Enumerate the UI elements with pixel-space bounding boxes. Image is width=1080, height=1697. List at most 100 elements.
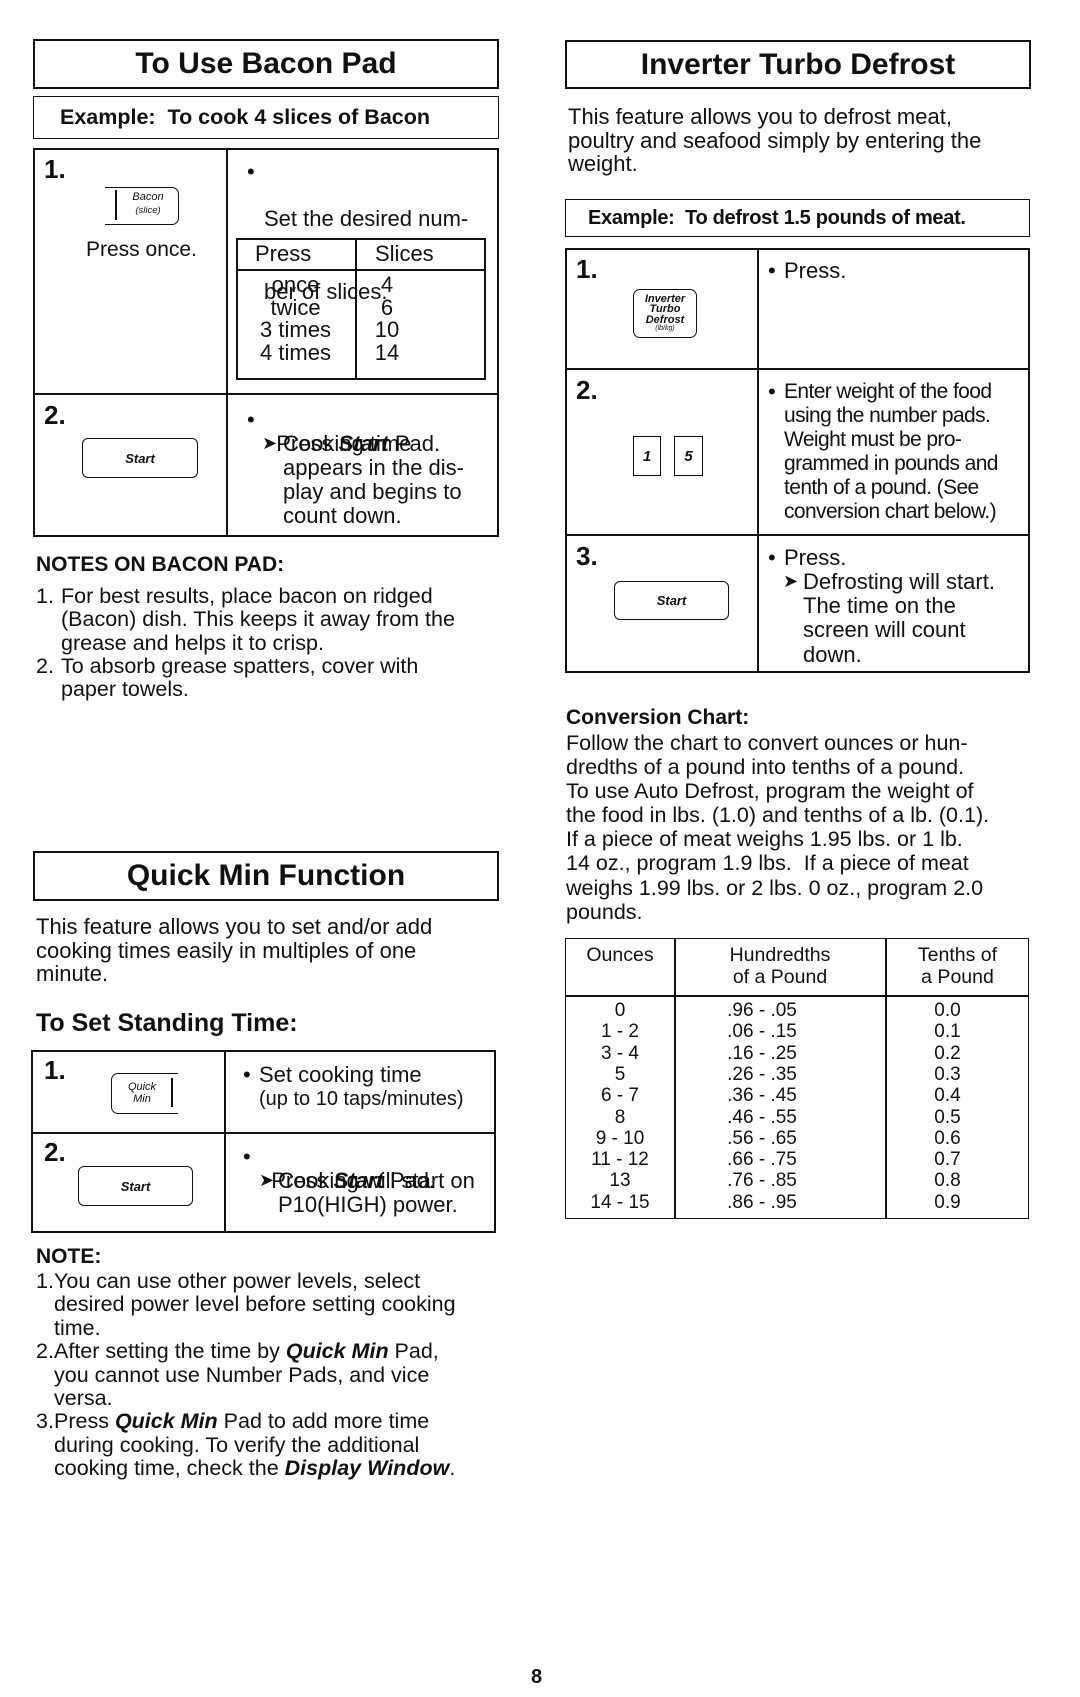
bacon-step-1-instruction-line-1: Set the desired num- [264,206,469,231]
inverter-turbo-defrost-pad-icon[interactable]: Inverter Turbo Defrost (lb/kg) [633,289,697,338]
quick-min-step-1-instruction-line-1: Set cooking time [259,1062,422,1087]
page-number: 8 [531,1666,543,1688]
bacon-step-2-bullet: • [247,407,255,432]
conversion-table-cell-hundredths: .66 - .75 [727,1149,797,1171]
bacon-presses-header-press: Press [255,241,312,266]
standing-time-heading: To Set Standing Time: [36,1009,298,1037]
quick-min-note-text: Pad, [388,1339,439,1364]
quick-min-note-text: Press [54,1409,115,1434]
bacon-notes-heading: NOTES ON BACON PAD: [36,553,285,576]
quick-min-note-line: during cooking. To verify the additional [54,1433,419,1458]
quick-min-intro-line: cooking times easily in multiples of one [36,937,417,963]
defrost-step-3-result-line: The time on the [803,593,956,619]
conversion-table-header: Tenths of a Pound [886,944,1029,988]
defrost-step-2-bullet: • [768,379,776,404]
conversion-chart-description-line: To use Auto Defrost, program the weight … [566,779,974,804]
conversion-table-cell-hundredths: .86 - .95 [727,1191,797,1213]
conversion-table-cell-tenths: 0.3 [934,1063,961,1085]
defrost-step-1-instruction: Press. [784,258,847,283]
quick-min-step-2-arrow: ➤ [259,1170,275,1190]
quick-min-note-line: time. [54,1315,101,1341]
bacon-presses-header-slices: Slices [375,241,434,266]
conversion-table-cell-tenths: 0.5 [934,1106,961,1128]
quick-min-note-text: time. [54,1315,101,1340]
bacon-step-2-result-line: play and begins to [283,479,462,504]
quick-min-step-2-result-line: P10(HIGH) power. [278,1191,458,1217]
quick-min-note-emphasis: Quick Min [114,1409,218,1434]
conversion-table-cell-hundredths: .26 - .35 [727,1063,797,1085]
conversion-chart-description: Follow the chart to convert ounces or hu… [566,731,989,924]
quick-min-step-1-instruction-line-2: (up to 10 taps/minutes) [259,1088,464,1110]
quick-min-pad-icon[interactable]: Quick Min [111,1073,179,1114]
quick-min-intro-line: This feature allows you to set and/or ad… [36,914,433,939]
conversion-table-cell-hundredths: .56 - .65 [727,1127,797,1149]
quick-min-start-pad-icon[interactable]: Start [78,1166,193,1206]
defrost-step-3-arrow: ➤ [783,571,799,591]
defrost-step-1-bullet: • [768,258,776,283]
bacon-example-text: Example: To cook 4 slices of Bacon [60,105,430,129]
conversion-table-cell-hundredths: .46 - .55 [727,1106,797,1128]
conversion-table-cell-hundredths: .76 - .85 [727,1170,797,1192]
bacon-step-2-number: 2. [44,400,66,430]
quick-min-note-text: you cannot use Number Pads, and vice [54,1362,430,1387]
defrost-step-3-instruction: Press. [784,545,847,570]
bacon-section-title: To Use Bacon Pad [33,39,499,89]
bacon-pad-icon-left-line [115,190,117,220]
defrost-pad-label-line-4: (lb/kg) [655,325,675,333]
conversion-table-cell-hundredths: .96 - .05 [727,1000,797,1021]
bacon-step-2-result-line: Cooking time [283,431,412,456]
defrost-pad-label-line-3: Defrost [645,313,685,326]
defrost-intro-line: poultry and seafood simply by entering t… [568,127,982,153]
quick-min-note-number: 3. [36,1409,54,1434]
defrost-intro: This feature allows you to defrost meat,… [568,105,981,176]
number-pad-1-label: 1 [642,447,652,465]
bacon-start-pad-icon[interactable]: Start [82,438,198,478]
quick-min-pad-label-line-1: Quick [127,1081,157,1093]
bacon-step-2-result-line: appears in the dis- [283,455,464,480]
quick-min-note-line: you cannot use Number Pads, and vice [54,1362,430,1388]
bacon-pad-icon[interactable]: Bacon (slice) [105,187,180,225]
bacon-pad-label: Bacon (slice) [119,191,177,217]
conversion-table-header: Ounces [565,944,675,966]
conversion-table-header-line: Ounces [586,944,654,966]
quick-min-note-text: Pad to add more time [217,1409,430,1434]
quick-min-title-text: Quick Min Function [126,859,406,892]
conversion-chart-description-line: weighs 1.99 lbs. or 2 lbs. 0 oz., progra… [566,875,984,900]
defrost-step-3-results: Defrosting will start. The time on the scr… [803,569,995,667]
conversion-table-cell-tenths: 0.4 [934,1085,961,1107]
defrost-step-2-instruction-line: Weight must be pro- [784,428,962,451]
quick-min-step-2-result-line: Cooking will start on [278,1168,475,1193]
conversion-chart-description-line: the food in lbs. (1.0) and tenths of a l… [566,803,990,828]
conversion-table-header-line: Tenths of [917,944,998,966]
bacon-step-2-result-line: count down. [283,503,402,528]
bacon-presses-cell-slices: 4 [380,272,394,297]
conversion-chart-description-line: dredths of a pound into tenths of a poun… [566,755,965,780]
quick-min-note-text: desired power level before setting cooki… [54,1292,456,1317]
bacon-note-line: grease and helps it to crisp. [61,630,324,655]
defrost-intro-line: weight. [568,151,638,176]
bacon-note-number: 2. [36,653,54,678]
number-pad-5-label: 5 [684,447,693,465]
defrost-step-2-instruction: Enter weight of the food using the number… [784,380,998,524]
bacon-note-number: 1. [36,584,54,608]
quick-min-pad-label-line-2: Min [133,1093,151,1105]
bacon-presses-cell-press: once [271,272,320,297]
defrost-steps-column-divider [757,248,759,673]
number-pad-1-icon[interactable]: 1 [633,436,661,476]
conversion-table-cell-hundredths: .06 - .15 [727,1021,797,1043]
defrost-step-3-result-line: screen will count [803,617,966,643]
conversion-table-cell-hundredths: .16 - .25 [727,1042,797,1064]
quick-min-section-title: Quick Min Function [33,851,499,901]
number-pad-5-icon[interactable]: 5 [674,436,703,476]
quick-min-note-line: cooking time, check the Display Window. [54,1456,455,1481]
conversion-table-cell-hundredths: .36 - .45 [727,1085,797,1107]
defrost-steps-row-divider-2 [565,534,1030,536]
quick-min-note-line: Press Quick Min Pad to add more time [54,1410,429,1434]
quick-min-note-number: 1. [36,1269,54,1293]
defrost-start-pad-icon[interactable]: Start [614,581,729,620]
defrost-step-3-result-line: down. [803,641,862,667]
defrost-title-text: Inverter Turbo Defrost [640,48,956,81]
quick-min-note-text: cooking time, check the [54,1456,285,1481]
quick-min-intro: This feature allows you to set and/or ad… [36,915,432,986]
quick-min-step-2-bullet: • [243,1144,251,1169]
